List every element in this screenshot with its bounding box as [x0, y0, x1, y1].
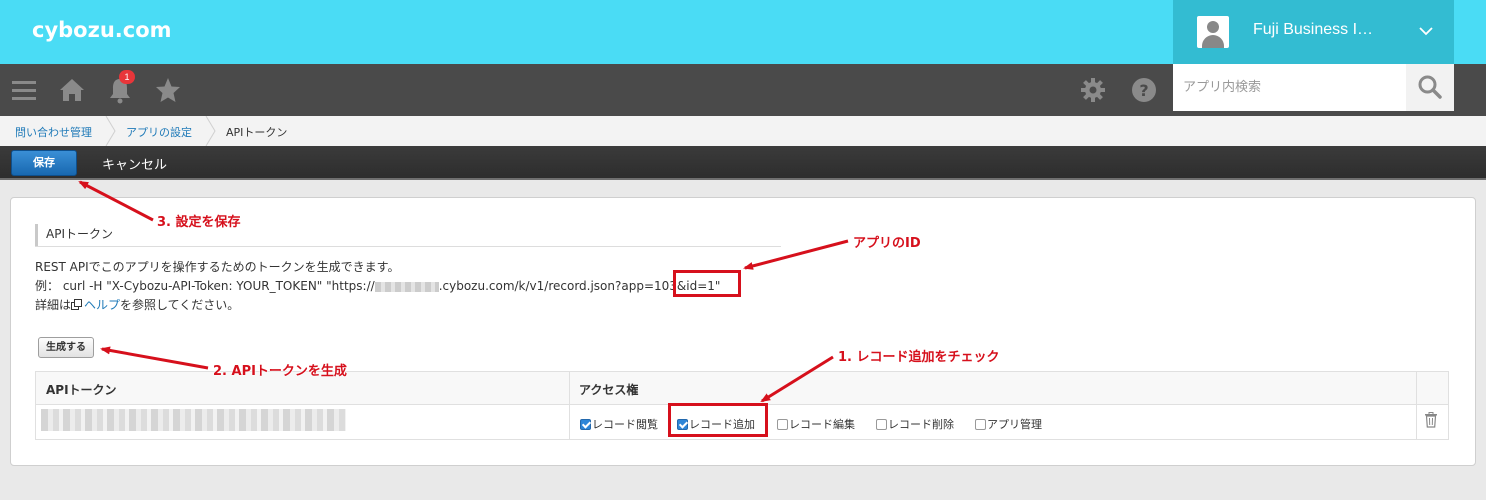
annotation-app-id: アプリのID: [853, 236, 921, 251]
generate-token-button[interactable]: 生成する: [38, 337, 94, 358]
example-prefix: 例： curl -H "X-Cybozu-API-Token: YOUR_TOK…: [35, 279, 375, 293]
breadcrumb-current: APIトークン: [226, 126, 288, 139]
annotation-save: 3. 設定を保存: [157, 215, 241, 230]
home-icon[interactable]: [56, 74, 88, 106]
help-suffix: を参照してください。: [120, 298, 240, 312]
permission-delete-records[interactable]: レコード削除: [876, 416, 954, 432]
section-divider: [35, 246, 781, 247]
action-bar: 保存 キャンセル: [0, 146, 1486, 180]
trash-icon[interactable]: [1424, 412, 1438, 428]
user-avatar-icon: [1197, 16, 1229, 48]
app-search-input[interactable]: [1173, 64, 1406, 111]
breadcrumb-separator-icon: [105, 116, 116, 146]
breadcrumb-app[interactable]: 問い合わせ管理: [15, 124, 92, 140]
top-header: cybozu.com Fuji Business I…: [0, 0, 1486, 64]
column-header-access: アクセス権: [579, 383, 639, 397]
masked-api-token: [41, 409, 346, 431]
checkbox-manage-app[interactable]: [975, 419, 986, 430]
svg-text:?: ?: [1139, 81, 1148, 100]
checkbox-view-records[interactable]: [580, 419, 591, 430]
annotation-check: 1. レコード追加をチェック: [838, 350, 1000, 365]
checkbox-edit-records[interactable]: [777, 419, 788, 430]
help-text: 詳細は ヘルプを参照してください。: [35, 296, 239, 313]
permission-label: アプリ管理: [987, 418, 1042, 431]
user-name[interactable]: Fuji Business I…: [1253, 21, 1373, 39]
breadcrumb-separator-icon: [205, 116, 216, 146]
description-text: REST APIでこのアプリを操作するためのトークンを生成できます。: [35, 260, 400, 274]
example-text: 例： curl -H "X-Cybozu-API-Token: YOUR_TOK…: [35, 277, 720, 294]
section-title: APIトークン: [35, 224, 113, 246]
gear-icon[interactable]: [1077, 74, 1109, 106]
column-header-token: APIトークン: [46, 383, 117, 397]
column-divider: [1416, 372, 1417, 439]
annotation-generate: 2. APIトークンを生成: [213, 364, 347, 379]
permission-view-records[interactable]: レコード閲覧: [580, 416, 658, 432]
help-link[interactable]: ヘルプ: [84, 298, 120, 312]
help-icon[interactable]: ?: [1128, 74, 1160, 106]
permission-label: レコード削除: [888, 418, 954, 431]
notification-badge: 1: [119, 70, 135, 84]
star-icon[interactable]: [152, 74, 184, 106]
cancel-button[interactable]: キャンセル: [102, 154, 167, 173]
menu-icon[interactable]: [8, 74, 40, 106]
save-button[interactable]: 保存: [11, 150, 77, 176]
breadcrumb-app-settings[interactable]: アプリの設定: [126, 124, 192, 140]
search-button[interactable]: [1406, 64, 1454, 111]
checkbox-delete-records[interactable]: [876, 419, 887, 430]
help-prefix: 詳細は: [35, 298, 72, 312]
add-records-highlight-box: [668, 403, 768, 437]
cybozu-logo[interactable]: cybozu.com: [32, 18, 172, 42]
app-id-highlight-box: [673, 270, 741, 297]
user-menu[interactable]: Fuji Business I…: [1173, 0, 1454, 64]
permission-edit-records[interactable]: レコード編集: [777, 416, 855, 432]
chevron-down-icon[interactable]: [1417, 22, 1435, 40]
breadcrumb: 問い合わせ管理 アプリの設定 APIトークン: [0, 116, 1486, 146]
permission-label: レコード編集: [789, 418, 855, 431]
permission-manage-app[interactable]: アプリ管理: [975, 416, 1042, 432]
masked-subdomain: [374, 281, 439, 292]
search-icon: [1418, 75, 1442, 99]
external-window-icon: [71, 299, 83, 310]
column-divider: [569, 372, 570, 439]
permission-label: レコード閲覧: [592, 418, 658, 431]
